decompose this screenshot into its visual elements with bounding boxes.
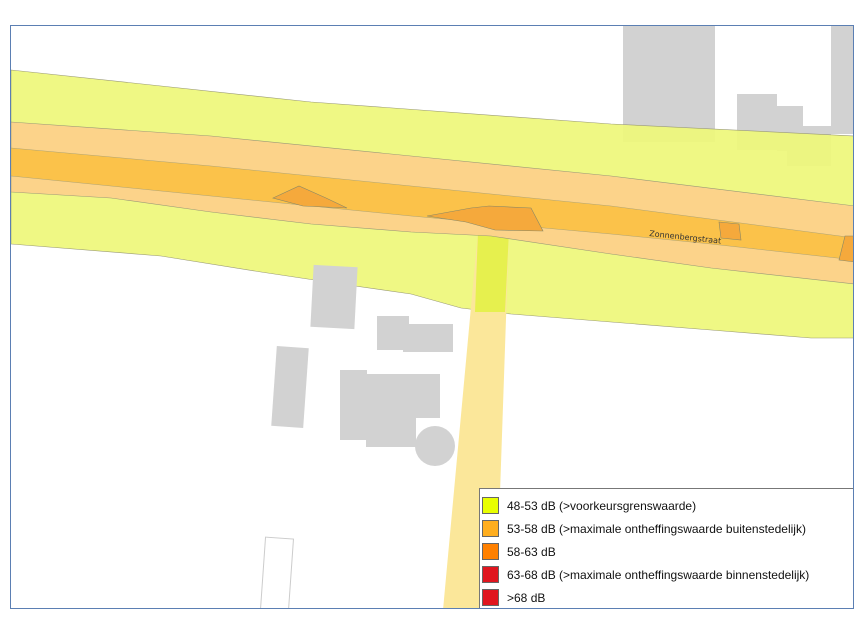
legend-swatch — [482, 543, 499, 560]
legend-swatch — [482, 497, 499, 514]
legend-item: >68 dB — [480, 586, 853, 608]
legend: 48-53 dB (>voorkeursgrenswaarde) 53-58 d… — [479, 488, 853, 608]
building — [623, 26, 715, 142]
legend-item: 53-58 dB (>maximale ontheffingswaarde bu… — [480, 517, 853, 540]
buildings-south — [259, 264, 455, 608]
legend-label: 63-68 dB (>maximale ontheffingswaarde bi… — [507, 567, 810, 582]
noise-hotspot — [718, 221, 742, 241]
building — [259, 536, 295, 608]
legend-item: 48-53 dB (>voorkeursgrenswaarde) — [480, 494, 853, 517]
building — [403, 324, 453, 352]
building — [366, 411, 416, 447]
legend-swatch — [482, 566, 499, 583]
building — [310, 264, 358, 330]
legend-swatch — [482, 520, 499, 537]
legend-item: 63-68 dB (>maximale ontheffingswaarde bi… — [480, 563, 853, 586]
legend-label: 58-63 dB — [507, 544, 556, 559]
legend-label: 48-53 dB (>voorkeursgrenswaarde) — [507, 498, 697, 513]
building — [271, 345, 309, 429]
legend-item: 58-63 dB — [480, 540, 853, 563]
legend-swatch — [482, 589, 499, 606]
side-road-junction — [475, 231, 509, 312]
noise-map[interactable]: Zonnenbergstraat 48-53 dB (>voorkeursgre… — [10, 25, 854, 609]
building — [831, 26, 853, 134]
legend-label: >68 dB — [507, 590, 546, 605]
building — [340, 370, 367, 440]
building — [415, 426, 455, 466]
legend-label: 53-58 dB (>maximale ontheffingswaarde bu… — [507, 521, 806, 536]
